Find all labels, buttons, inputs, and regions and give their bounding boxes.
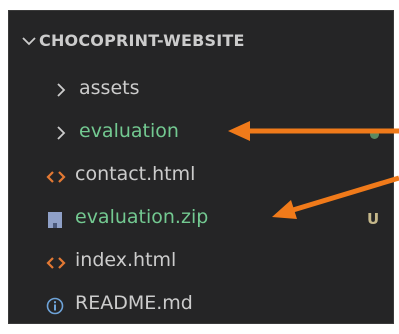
- html-brackets-icon: [46, 171, 66, 183]
- tree-item-index-html[interactable]: index.html: [9, 243, 393, 281]
- chevron-down-icon[interactable]: [21, 34, 37, 48]
- folder-title: CHOCOPRINT-WEBSITE: [39, 31, 245, 50]
- tree-item-assets[interactable]: assets: [9, 71, 393, 109]
- git-untracked-dot: [370, 130, 379, 139]
- chevron-right-icon[interactable]: [55, 125, 67, 141]
- tree-item-label: README.md: [75, 292, 193, 314]
- tree-item-evaluation[interactable]: evaluation: [9, 114, 393, 152]
- tree-item-contact-html[interactable]: contact.html: [9, 157, 393, 195]
- tree-item-label: evaluation.zip: [75, 206, 209, 228]
- tree-item-label: index.html: [75, 249, 177, 271]
- tree-item-label: contact.html: [75, 163, 196, 185]
- info-circle-icon: [46, 297, 64, 315]
- tree-item-evaluation-zip[interactable]: evaluation.zip U: [9, 200, 393, 238]
- file-explorer: CHOCOPRINT-WEBSITE assets evaluation con…: [8, 10, 394, 324]
- tree-item-label: evaluation: [79, 120, 179, 142]
- zip-file-icon: [48, 212, 62, 228]
- chevron-right-icon[interactable]: [55, 82, 67, 98]
- git-status-badge: U: [367, 210, 380, 228]
- tree-item-label: assets: [79, 77, 140, 99]
- tree-item-readme[interactable]: README.md: [9, 286, 393, 324]
- html-brackets-icon: [46, 257, 66, 269]
- explorer-folder-header[interactable]: CHOCOPRINT-WEBSITE: [9, 26, 393, 56]
